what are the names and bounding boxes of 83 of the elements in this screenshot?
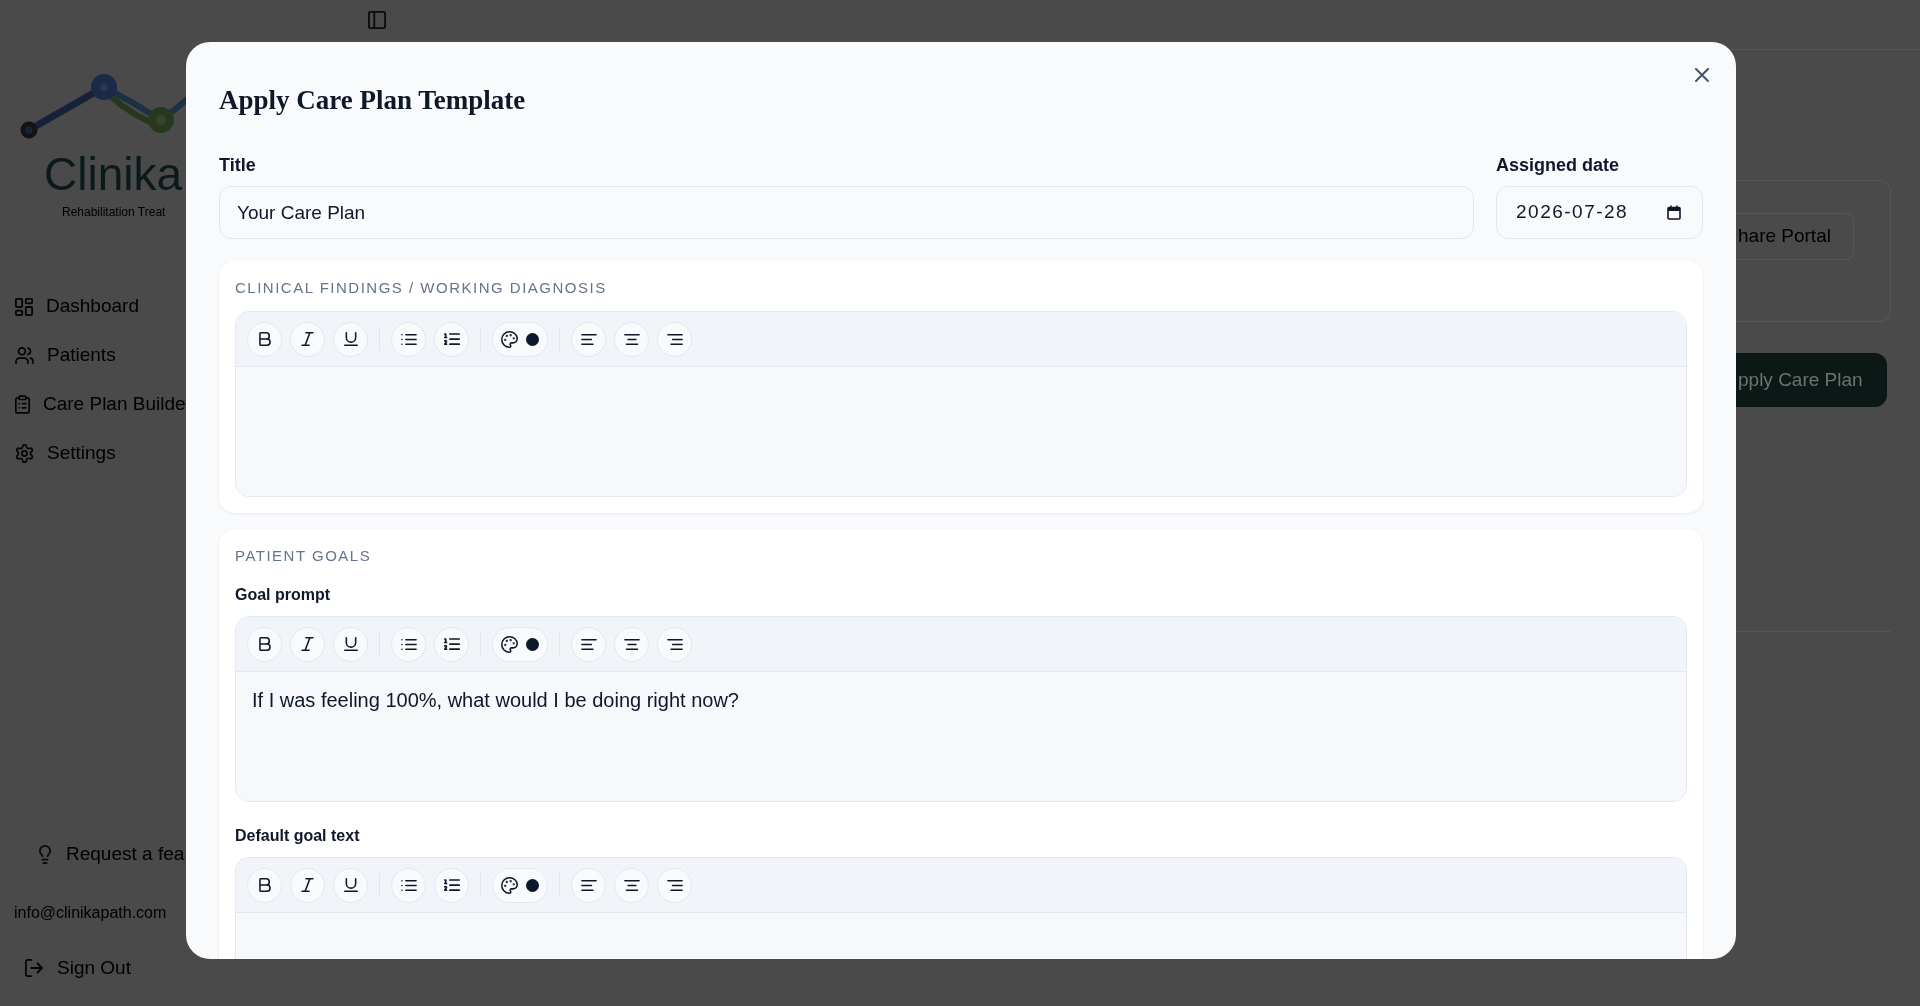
bullet-list-icon [400,333,417,345]
align-left-button[interactable] [571,867,606,903]
email-text: info@clinikapath.com [14,903,167,923]
apply-care-plan-button[interactable]: pply Care Plan [1736,353,1887,407]
palette-icon [501,876,518,894]
logout-icon [25,959,43,977]
close-icon [1695,68,1709,82]
sidebar-item[interactable]: Dashboard [0,282,139,331]
underline-icon [343,332,358,346]
text-color-button[interactable] [492,867,548,903]
lightbulb-icon [39,844,51,864]
underline-button[interactable] [333,321,368,357]
underline-icon [343,878,358,892]
numbered-list-icon [443,878,460,892]
users-icon [15,347,34,364]
bold-icon [258,878,271,892]
sign-out-button[interactable]: Sign Out [0,953,131,983]
align-center-button[interactable] [614,626,649,662]
align-left-icon [580,879,597,891]
bold-button[interactable] [247,626,282,662]
palette-icon [501,635,518,653]
underline-icon [343,637,358,651]
bullet-list-button[interactable] [391,626,426,662]
align-right-icon [666,333,683,345]
italic-button[interactable] [290,626,325,662]
sidebar-item[interactable]: Care Plan Builde [0,380,186,429]
numbered-list-button[interactable] [434,867,469,903]
palette-icon [501,330,518,348]
numbered-list-button[interactable] [434,321,469,357]
numbered-list-icon [443,637,460,651]
align-center-icon [623,638,640,650]
text-color-button[interactable] [492,321,548,357]
dialog-title: Apply Care Plan Template [219,84,527,117]
bold-icon [258,637,271,651]
bullet-list-button[interactable] [391,867,426,903]
italic-button[interactable] [290,867,325,903]
align-left-icon [580,333,597,345]
align-left-button[interactable] [571,626,606,662]
sidebar-toggle-icon[interactable] [368,11,386,29]
field-label: Title [219,154,257,177]
align-right-button[interactable] [657,626,692,662]
align-center-icon [623,879,640,891]
text-color-button[interactable] [492,626,548,662]
align-center-button[interactable] [614,867,649,903]
underline-button[interactable] [333,626,368,662]
numbered-list-button[interactable] [434,626,469,662]
align-left-icon [580,638,597,650]
editor-label: Goal prompt [235,585,332,605]
layout-icon [15,297,33,316]
italic-icon [301,332,314,346]
title-input[interactable]: Your Care Plan [219,186,1474,239]
bold-button[interactable] [247,867,282,903]
italic-icon [301,637,314,651]
bold-button[interactable] [247,321,282,357]
bullet-list-icon [400,638,417,650]
logo-tagline: Rehabilitation Treat [62,204,166,220]
bold-icon [258,332,271,346]
calendar-icon[interactable] [1667,205,1681,220]
clipboard-icon [15,395,30,414]
align-left-button[interactable] [571,321,606,357]
logo-wordmark: Clinika [44,151,183,197]
italic-icon [301,878,314,892]
section-heading: PATIENT GOALS [235,546,373,566]
align-right-icon [666,879,683,891]
date-field[interactable]: 2026-07-28 [1496,186,1703,239]
field-label: Assigned date [1496,154,1621,177]
align-right-button[interactable] [657,321,692,357]
settings-icon [15,444,34,463]
text-editor-area[interactable]: If I was feeling 100%, what would I be doing right now? [236,672,1686,801]
italic-button[interactable] [290,321,325,357]
editor-label: Default goal text [235,826,361,846]
align-right-icon [666,638,683,650]
align-center-icon [623,333,640,345]
bullet-list-button[interactable] [391,321,426,357]
align-center-button[interactable] [614,321,649,357]
sidebar-item[interactable]: Settings [0,429,116,478]
bullet-list-icon [400,879,417,891]
section-heading: CLINICAL FINDINGS / WORKING DIAGNOSIS [235,278,608,298]
request-feature-link[interactable]: Request a fea [0,839,185,869]
align-right-button[interactable] [657,867,692,903]
sidebar-item[interactable]: Patients [0,331,116,380]
underline-button[interactable] [333,867,368,903]
numbered-list-icon [443,332,460,346]
